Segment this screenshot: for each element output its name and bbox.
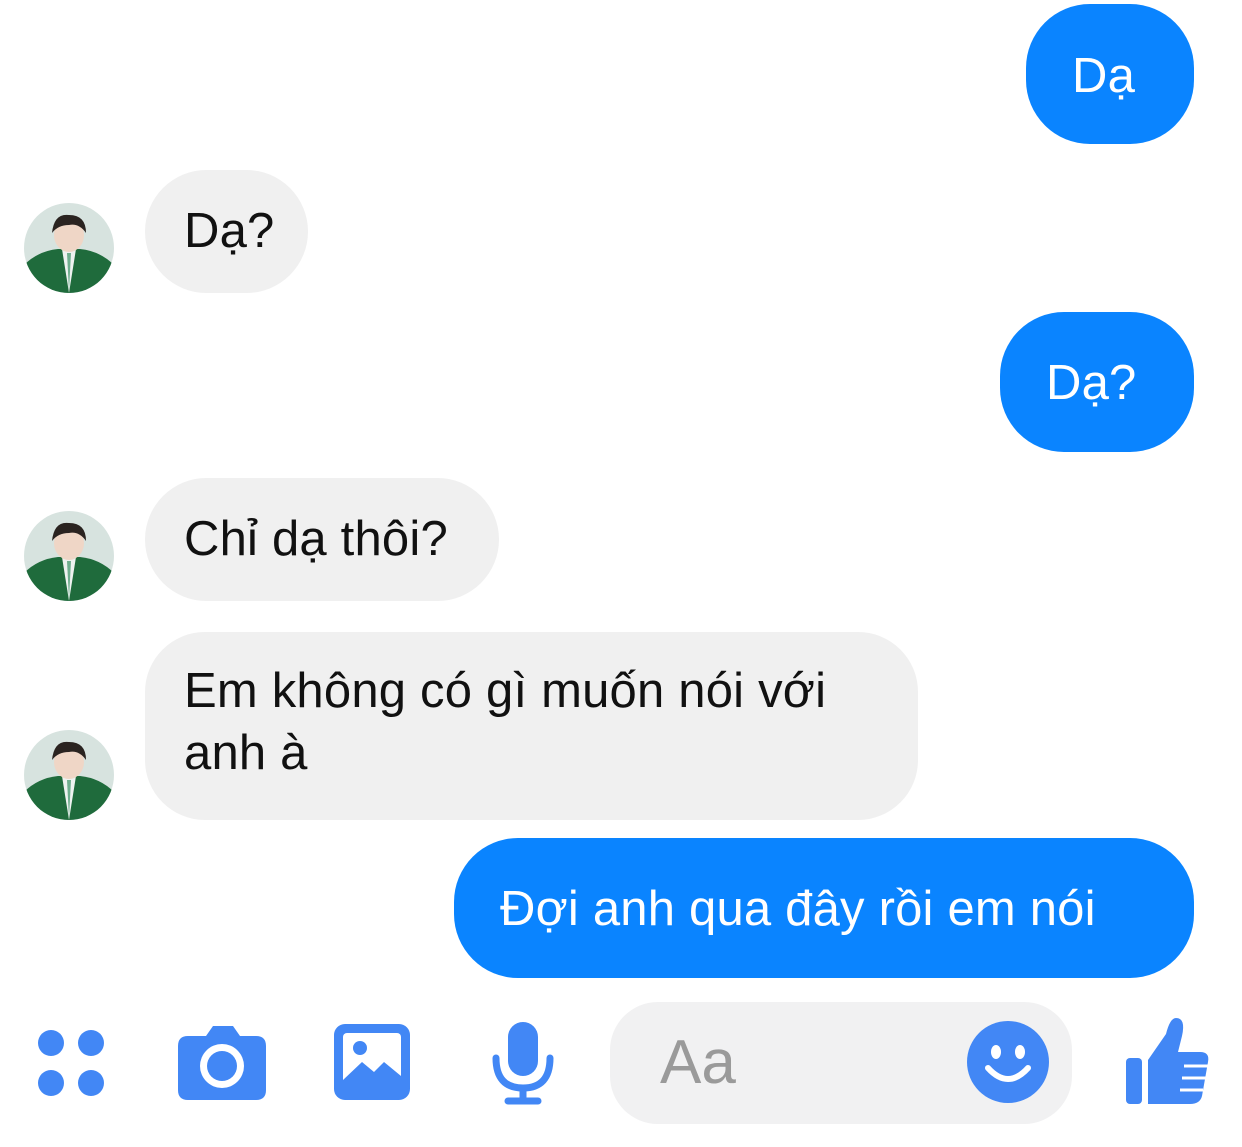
message-text: Dạ? xyxy=(184,204,275,258)
thumbs-up-icon[interactable] xyxy=(1124,1014,1212,1108)
message-bubble-incoming[interactable]: Dạ? xyxy=(145,170,308,293)
message-bubble-incoming[interactable]: Chỉ dạ thôi? xyxy=(145,478,499,601)
microphone-icon[interactable] xyxy=(488,1020,558,1106)
avatar[interactable] xyxy=(24,511,114,601)
message-text: Dạ? xyxy=(1046,356,1137,410)
message-input[interactable] xyxy=(660,1024,950,1100)
message-bubble-outgoing[interactable]: Dạ xyxy=(1026,4,1194,144)
message-bubble-outgoing[interactable]: Đợi anh qua đây rồi em nói xyxy=(454,838,1194,978)
message-bubble-incoming[interactable]: Em không có gì muốn nói với anh à xyxy=(145,632,918,820)
camera-icon[interactable] xyxy=(176,1022,268,1102)
message-composer[interactable] xyxy=(610,1002,1072,1124)
message-text-line: Em không có gì muốn nói với xyxy=(184,664,827,718)
message-text: Dạ xyxy=(1072,49,1136,103)
avatar[interactable] xyxy=(24,730,114,820)
message-text: Chỉ dạ thôi? xyxy=(184,512,448,566)
message-text-line: anh à xyxy=(184,726,308,780)
message-text: Đợi anh qua đây rồi em nói xyxy=(500,882,1096,936)
message-bubble-outgoing[interactable]: Dạ? xyxy=(1000,312,1194,452)
image-icon[interactable] xyxy=(332,1022,412,1102)
emoji-icon[interactable] xyxy=(966,1020,1050,1104)
avatar[interactable] xyxy=(24,203,114,293)
apps-icon[interactable] xyxy=(34,1026,108,1100)
